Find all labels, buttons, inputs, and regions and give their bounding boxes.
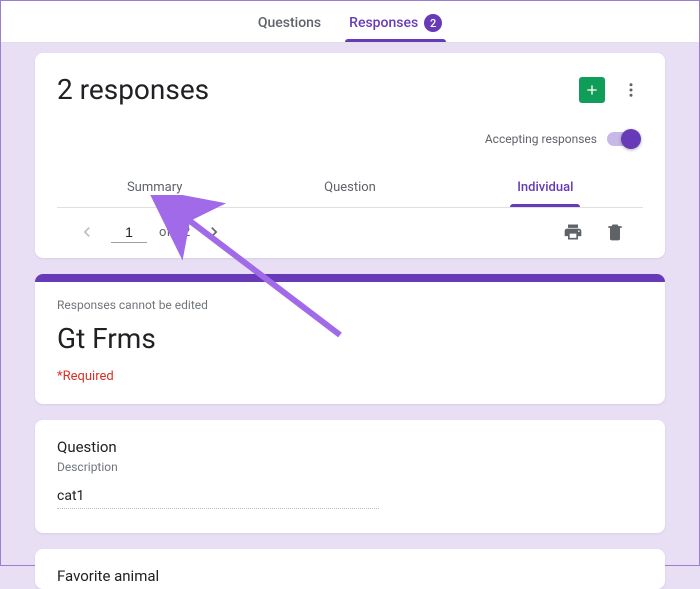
tab-responses-label: Responses: [349, 15, 418, 31]
delete-response-button[interactable]: [605, 222, 625, 242]
subtab-summary[interactable]: Summary: [57, 168, 252, 207]
question-2-title: Favorite animal: [57, 567, 643, 585]
response-index-input[interactable]: [111, 222, 147, 243]
tab-responses[interactable]: Responses 2: [345, 4, 446, 42]
responses-card: 2 responses Accepting responses Summary …: [35, 53, 665, 258]
chevron-left-icon: [77, 222, 97, 242]
create-spreadsheet-button[interactable]: [579, 77, 605, 103]
responses-count-title: 2 responses: [57, 73, 209, 106]
question-1-description: Description: [57, 460, 643, 474]
form-title: Gt Frms: [57, 322, 643, 355]
required-label: *Required: [57, 369, 643, 384]
accepting-responses-toggle[interactable]: [607, 132, 639, 146]
top-bar: Questions Responses 2: [1, 1, 699, 43]
page-of-label: of: [159, 225, 171, 240]
prev-response-button[interactable]: [75, 220, 99, 244]
question-1-answer: cat1: [57, 488, 379, 509]
kebab-icon: [622, 81, 640, 99]
print-icon: [563, 222, 583, 242]
print-button[interactable]: [563, 222, 583, 242]
responses-count-badge: 2: [424, 14, 442, 32]
more-menu-button[interactable]: [619, 78, 643, 102]
accepting-responses-label: Accepting responses: [485, 132, 597, 146]
tab-questions[interactable]: Questions: [254, 5, 325, 41]
delete-icon: [605, 222, 625, 242]
question-card-2: Favorite animal: [35, 549, 665, 589]
subtab-question[interactable]: Question: [252, 168, 447, 207]
page-total: 2: [183, 225, 190, 240]
sheets-icon: [584, 82, 600, 98]
chevron-right-icon: [204, 222, 224, 242]
form-header-card: Responses cannot be edited Gt Frms *Requ…: [35, 274, 665, 404]
question-1-title: Question: [57, 438, 643, 456]
subtab-individual[interactable]: Individual: [448, 168, 643, 207]
noedit-notice: Responses cannot be edited: [57, 298, 643, 312]
question-card-1: Question Description cat1: [35, 420, 665, 533]
next-response-button[interactable]: [202, 220, 226, 244]
